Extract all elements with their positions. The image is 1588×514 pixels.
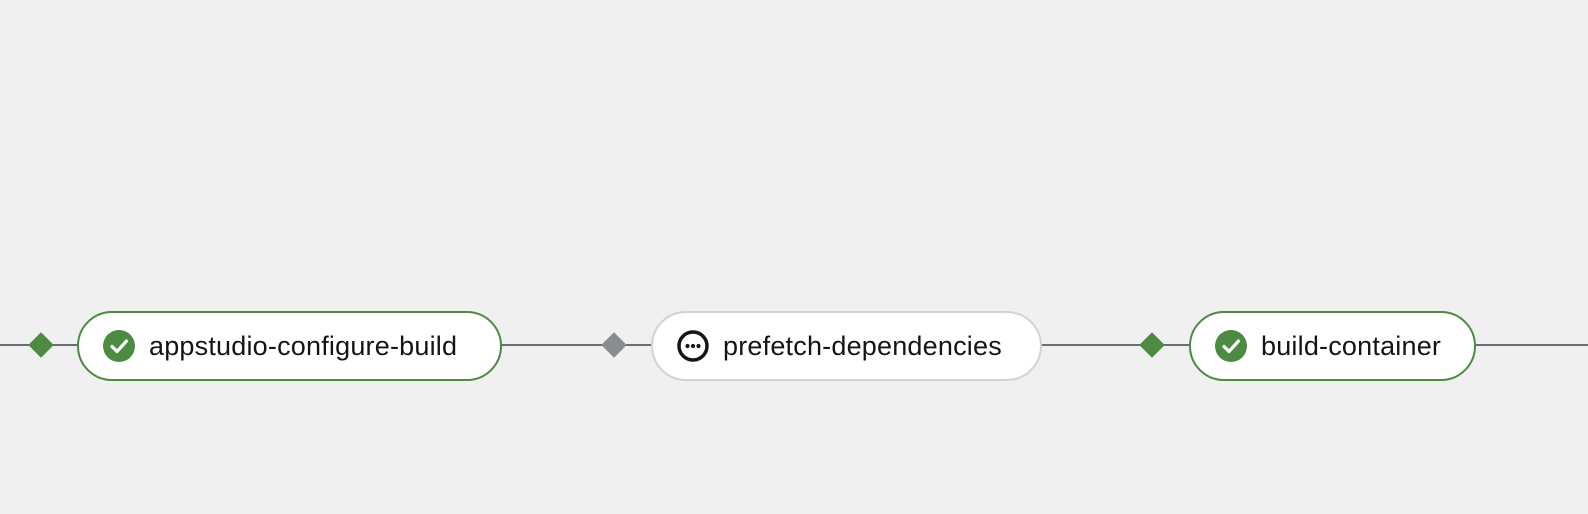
edge-build-out: [1474, 344, 1588, 346]
pipeline-graph: appstudio-configure-build prefetch-depen…: [0, 0, 1588, 514]
ellipsis-circle-icon: [677, 330, 709, 362]
when-expression-diamond-icon: [1139, 332, 1165, 358]
task-label: prefetch-dependencies: [723, 330, 1002, 361]
task-node-appstudio-configure-build[interactable]: appstudio-configure-build: [77, 311, 502, 381]
task-node-prefetch-dependencies[interactable]: prefetch-dependencies: [651, 311, 1042, 381]
check-circle-icon: [103, 330, 135, 362]
task-label: appstudio-configure-build: [149, 330, 458, 361]
task-node-build-container[interactable]: build-container: [1189, 311, 1476, 381]
when-expression-diamond-icon: [28, 332, 54, 358]
task-label: build-container: [1261, 330, 1442, 361]
check-circle-icon: [1215, 330, 1247, 362]
edge-prefetch-to-build: [1040, 344, 1190, 346]
when-expression-diamond-icon: [601, 332, 627, 358]
edge-configure-to-prefetch: [500, 344, 652, 346]
